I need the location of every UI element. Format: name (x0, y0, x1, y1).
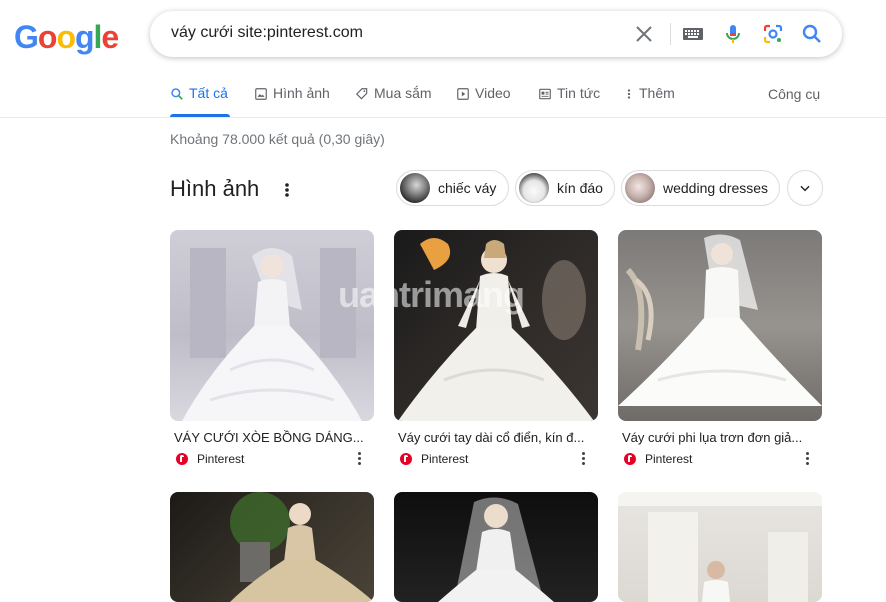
tab-label: Tin tức (557, 85, 601, 101)
result-thumbnail[interactable] (618, 492, 822, 602)
result-thumbnail[interactable] (170, 230, 374, 421)
expand-chips-button[interactable] (787, 170, 823, 206)
source-name: Pinterest (197, 452, 245, 466)
header-divider (0, 117, 886, 118)
clear-icon[interactable] (632, 22, 656, 46)
search-box[interactable]: váy cưới site:pinterest.com (150, 11, 842, 57)
news-icon (539, 88, 551, 100)
result-thumbnail[interactable] (170, 492, 374, 602)
wedding-dress-image (230, 492, 374, 602)
watermark: uantrimang (338, 274, 525, 316)
tab-label: Tất cả (189, 85, 228, 101)
chip-thumbnail (625, 173, 655, 203)
tab-label: Video (475, 85, 511, 101)
microphone-icon[interactable] (721, 22, 745, 46)
tag-icon (355, 88, 368, 100)
google-logo[interactable]: Google (14, 19, 119, 56)
result-source[interactable]: Pinterest (618, 451, 822, 467)
image-result[interactable] (394, 492, 598, 602)
filter-chip[interactable]: wedding dresses (621, 170, 780, 206)
result-source[interactable]: Pinterest (394, 451, 598, 467)
result-caption[interactable]: Váy cưới tay dài cổ điển, kín đ... (394, 430, 590, 445)
tools-button[interactable]: Công cụ (768, 86, 820, 102)
wedding-dress-image (618, 492, 822, 602)
image-icon (255, 88, 267, 100)
image-result[interactable] (618, 492, 822, 602)
image-result[interactable]: Váy cưới tay dài cổ điển, kín đ... Pinte… (394, 230, 598, 467)
tab-label: Hình ảnh (273, 85, 330, 101)
tab-news[interactable]: Tin tức (538, 85, 600, 117)
tab-video[interactable]: Video (456, 85, 511, 117)
result-caption[interactable]: Váy cưới phi lụa trơn đơn giả... (618, 430, 814, 445)
more-vert-icon (627, 89, 631, 99)
logo-letter: o (37, 19, 58, 55)
tab-label: Mua sắm (374, 85, 432, 101)
logo-letter: G (14, 19, 39, 55)
chip-label: chiếc váy (438, 180, 497, 196)
wedding-dress-image (618, 234, 822, 406)
pinterest-icon (176, 453, 188, 465)
pinterest-icon (624, 453, 636, 465)
wedding-dress-image (182, 248, 362, 421)
result-thumbnail[interactable] (618, 230, 822, 421)
image-result[interactable] (170, 492, 374, 602)
more-vert-icon[interactable] (582, 452, 586, 466)
chip-thumbnail (400, 173, 430, 203)
search-icon (171, 88, 183, 100)
chip-label: wedding dresses (663, 180, 769, 196)
keyboard-icon[interactable] (681, 22, 705, 46)
pinterest-icon (400, 453, 412, 465)
logo-letter: g (74, 19, 95, 55)
result-stats: Khoảng 78.000 kết quả (0,30 giây) (170, 131, 385, 147)
source-name: Pinterest (421, 452, 469, 466)
result-thumbnail[interactable] (394, 492, 598, 602)
play-icon (457, 88, 469, 100)
result-thumbnail[interactable] (394, 230, 598, 421)
logo-letter: l (93, 19, 103, 55)
images-section-heading: Hình ảnh (170, 176, 260, 201)
result-caption[interactable]: VÁY CƯỚI XÒE BỒNG DÁNG... (170, 430, 366, 445)
search-input[interactable]: váy cưới site:pinterest.com (171, 24, 363, 42)
logo-letter: e (101, 19, 119, 55)
search-divider (670, 23, 671, 45)
more-vert-icon[interactable] (806, 452, 810, 466)
chip-label: kín đáo (557, 180, 603, 196)
logo-letter: o (56, 19, 76, 55)
image-result[interactable]: Váy cưới phi lụa trơn đơn giả... Pintere… (618, 230, 822, 467)
result-source[interactable]: Pinterest (170, 451, 374, 467)
chevron-down-icon (800, 185, 810, 192)
tab-more[interactable]: Thêm (624, 85, 675, 117)
watermark-text: uantrimang (338, 274, 525, 315)
image-result[interactable]: VÁY CƯỚI XÒE BỒNG DÁNG... Pinterest (170, 230, 374, 467)
more-vert-icon[interactable] (358, 452, 362, 466)
wedding-dress-image (398, 238, 594, 421)
tab-all[interactable]: Tất cả (170, 85, 230, 117)
google-lens-icon[interactable] (761, 22, 785, 46)
wedding-dress-image (438, 497, 554, 602)
filter-chip[interactable]: kín đáo (515, 170, 615, 206)
filter-chip[interactable]: chiếc váy (396, 170, 509, 206)
tab-label: Thêm (639, 85, 675, 101)
tab-shopping[interactable]: Mua sắm (355, 85, 432, 117)
chip-thumbnail (519, 173, 549, 203)
source-name: Pinterest (645, 452, 693, 466)
search-icon[interactable] (800, 22, 824, 46)
more-vert-icon[interactable] (280, 180, 296, 200)
tab-images[interactable]: Hình ảnh (254, 85, 330, 117)
